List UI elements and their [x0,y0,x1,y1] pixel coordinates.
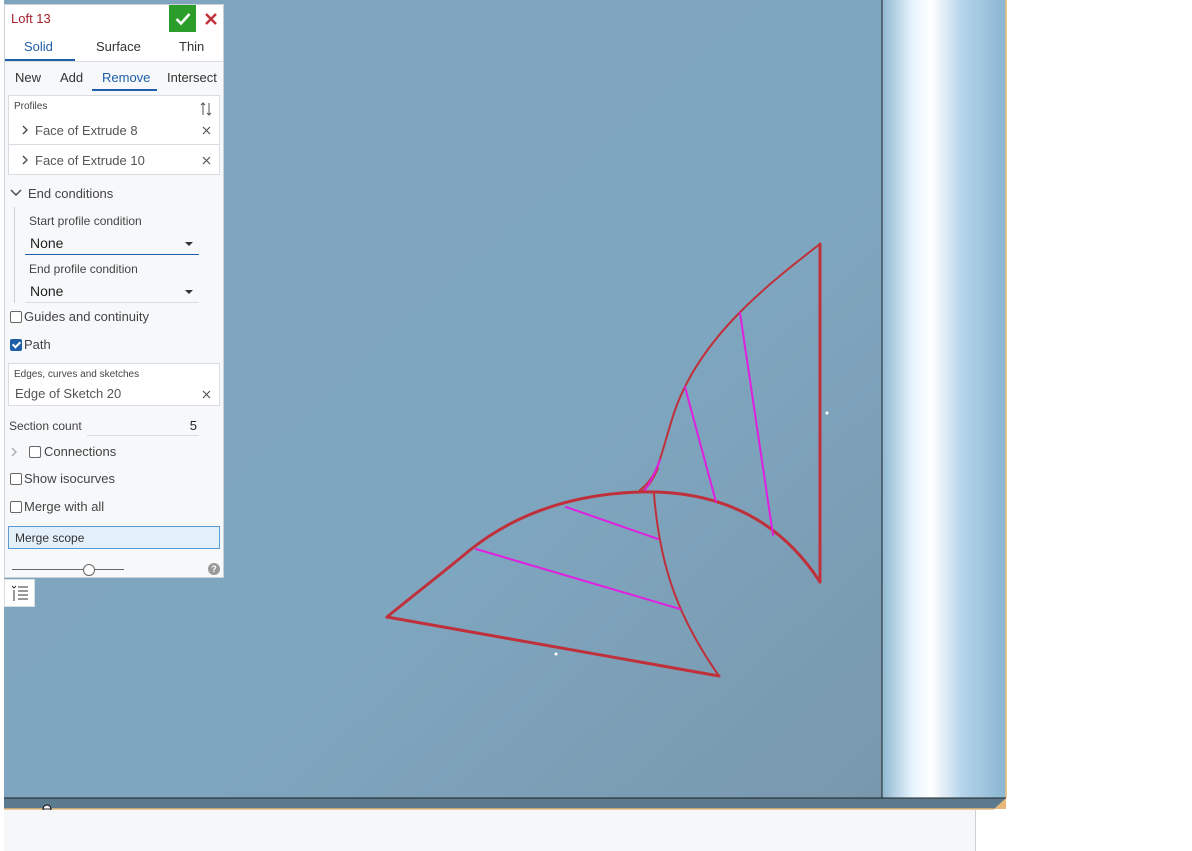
list-icon [11,585,28,601]
op-active-indicator [92,89,157,91]
profiles-box[interactable]: Profiles Face of Extrude 8 Face of Extru… [8,95,220,175]
section-count-input[interactable]: 5 [87,417,199,436]
tab-active-indicator [5,59,75,61]
feature-list-button[interactable] [4,579,35,607]
loft-feature-dialog: Loft 13 Solid Surface Thin New Add Remov… [4,4,224,578]
ok-button[interactable] [169,5,196,32]
op-intersect[interactable]: Intersect [167,70,217,85]
start-profile-condition-value: None [30,235,64,251]
merge-scope-label: Merge scope [15,531,85,545]
profile-item-1[interactable]: Face of Extrude 8 [35,123,138,138]
close-icon [205,12,217,25]
chevron-right-icon[interactable] [21,155,29,165]
chevron-right-icon[interactable] [10,447,18,457]
dialog-title: Loft 13 [11,11,51,26]
bottom-panel [4,810,976,851]
end-profile-condition-label: End profile condition [29,262,138,276]
path-label: Path [24,337,51,352]
chevron-right-icon[interactable] [21,125,29,135]
profiles-divider [9,144,219,145]
path-edge-item[interactable]: Edge of Sketch 20 [15,386,121,401]
remove-profile-2-icon[interactable] [202,156,211,165]
merge-with-all-label: Merge with all [24,499,105,514]
merge-with-all-checkbox[interactable] [10,501,22,513]
part-bottom-face [4,798,1006,809]
vertex-point [825,411,829,415]
remove-profile-1-icon[interactable] [202,126,211,135]
start-profile-condition-select[interactable]: None [25,234,199,255]
op-remove[interactable]: Remove [102,70,150,85]
help-icon[interactable]: ? [208,563,220,575]
preview-slider-handle[interactable] [83,564,95,576]
check-icon [175,12,190,25]
section-count-value: 5 [189,418,197,433]
vertex-point [554,652,558,656]
caret-down-icon [185,290,193,294]
guides-checkbox[interactable] [10,311,22,323]
preview-slider-track[interactable] [12,569,124,570]
merge-scope-field[interactable]: Merge scope [8,526,220,549]
caret-down-icon [185,242,193,246]
edges-label: Edges, curves and sketches [14,369,140,380]
path-checkbox[interactable] [10,339,22,351]
tab-surface[interactable]: Surface [96,39,141,54]
remove-edge-icon[interactable] [202,390,211,399]
chevron-down-icon[interactable] [10,189,22,197]
end-profile-condition-value: None [30,283,64,299]
body-type-tabs: Solid Surface Thin [5,33,223,62]
operation-tabs: New Add Remove Intersect [5,62,223,91]
tab-thin[interactable]: Thin [179,39,204,54]
section-count-label: Section count [9,419,82,433]
start-profile-condition-label: Start profile condition [29,214,142,228]
show-isocurves-label: Show isocurves [24,471,116,486]
profile-item-2[interactable]: Face of Extrude 10 [35,153,145,168]
tab-solid[interactable]: Solid [24,39,53,54]
cancel-button[interactable] [199,5,223,32]
end-conditions-header[interactable]: End conditions [28,186,113,201]
show-isocurves-checkbox[interactable] [10,473,22,485]
part-right-face[interactable] [882,0,1006,798]
op-new[interactable]: New [15,70,41,85]
profiles-label: Profiles [14,101,48,112]
op-add[interactable]: Add [60,70,83,85]
dialog-title-bar: Loft 13 [5,5,223,34]
path-edges-box[interactable]: Edges, curves and sketches Edge of Sketc… [8,363,220,406]
guides-label: Guides and continuity [24,309,150,324]
connections-label: Connections [44,444,117,459]
end-conditions-guide-line [14,207,15,303]
connections-checkbox[interactable] [29,446,41,458]
reorder-icon[interactable] [200,102,212,116]
end-profile-condition-select[interactable]: None [25,282,199,303]
